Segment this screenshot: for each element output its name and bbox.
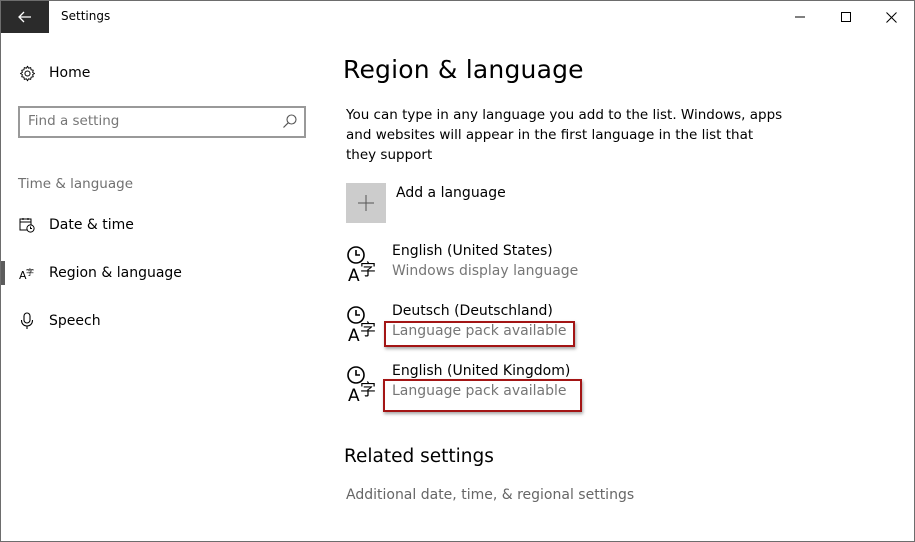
svg-text:字: 字 [360,260,376,279]
language-status: Language pack available [392,383,567,399]
svg-text:A: A [348,266,360,285]
sidebar-item-home-label: Home [49,65,91,81]
calendar-clock-icon [18,216,36,234]
related-settings-heading: Related settings [344,446,494,467]
svg-text:A: A [348,326,360,345]
back-button[interactable] [1,1,49,33]
language-icon: A 字 [346,305,382,346]
minimize-icon [795,16,805,18]
svg-text:字: 字 [26,267,34,277]
language-item-en-gb[interactable]: A 字 English (United Kingdom) Language pa… [346,363,666,407]
sidebar-item-label: Region & language [49,265,182,281]
plus-icon [346,183,386,223]
sidebar-item-label: Speech [49,313,101,329]
language-status: Language pack available [392,323,567,339]
microphone-icon [18,312,36,330]
settings-window: Settings Home Find a setting Time & lang… [0,0,915,542]
additional-regional-settings-link[interactable]: Additional date, time, & regional settin… [346,487,634,503]
sidebar-item-date-time[interactable]: Date & time [1,205,321,245]
language-status: Windows display language [392,263,579,279]
page-title: Region & language [343,55,584,84]
intro-text: You can type in any language you add to … [346,107,783,163]
close-button[interactable] [868,1,914,33]
search-input[interactable] [28,111,268,131]
svg-text:字: 字 [360,320,376,339]
add-language-button[interactable]: Add a language [346,183,646,223]
add-language-label: Add a language [396,185,506,201]
search-icon[interactable] [282,113,298,129]
maximize-icon [841,12,851,22]
language-icon: A 字 [346,245,382,286]
language-item-de-de[interactable]: A 字 Deutsch (Deutschland) Language pack … [346,303,666,347]
minimize-button[interactable] [777,1,823,33]
sidebar-item-label: Date & time [49,217,134,233]
language-name: English (United Kingdom) [392,363,571,379]
svg-text:字: 字 [360,380,376,399]
back-arrow-icon [18,11,31,23]
gear-icon [18,64,36,82]
language-icon: A 字 [18,264,36,282]
title-bar: Settings [1,1,914,33]
sidebar: Home Time & language [1,33,321,541]
main-content: Region & language You can type in any la… [321,33,914,541]
window-title: Settings [61,9,111,23]
search-box[interactable] [18,106,306,138]
close-icon [885,11,897,23]
svg-text:A: A [348,386,360,405]
selection-indicator [1,261,5,285]
sidebar-item-home[interactable]: Home [1,53,321,93]
sidebar-item-speech[interactable]: Speech [1,301,321,341]
language-name: Deutsch (Deutschland) [392,303,553,319]
language-name: English (United States) [392,243,553,259]
maximize-button[interactable] [823,1,869,33]
language-item-en-us[interactable]: A 字 English (United States) Windows disp… [346,243,666,287]
sidebar-group-label: Time & language [18,176,134,192]
sidebar-item-region-language[interactable]: A 字 Region & language [1,253,321,293]
language-icon: A 字 [346,365,382,406]
